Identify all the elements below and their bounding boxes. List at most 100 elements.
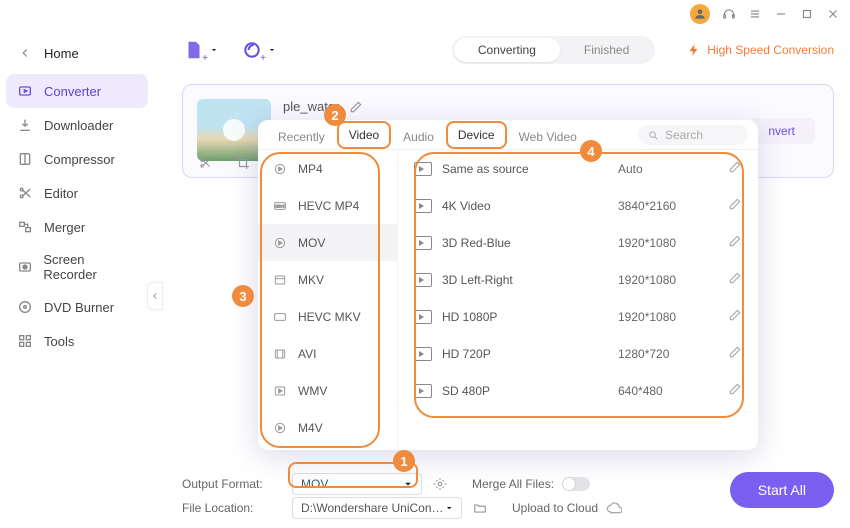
format-icon: HEVC [272,198,288,214]
headset-icon[interactable] [722,7,736,21]
tab-finished[interactable]: Finished [560,38,653,62]
format-item-mov[interactable]: MOV [258,224,397,261]
output-format-dropdown[interactable]: MOV [292,473,422,495]
upload-cloud-label: Upload to Cloud [512,501,598,515]
close-icon[interactable] [826,7,840,21]
format-item-hevc-mp4[interactable]: HEVCHEVC MP4 [258,187,397,224]
preset-thumb-icon [414,310,432,324]
sidebar-item-merger[interactable]: Merger [6,210,148,244]
edit-preset-icon[interactable] [728,234,742,251]
topbar: + + Converting Finished High Speed Conve… [182,36,834,64]
cloud-icon[interactable] [606,500,622,516]
open-folder-icon[interactable] [472,500,488,516]
edit-title-icon[interactable] [349,100,363,114]
sidebar-item-dvd-burner[interactable]: DVD Burner [6,290,148,324]
format-popup: Recently Video Audio Device Web Video Se… [258,120,758,450]
preset-resolution: 1920*1080 [618,273,728,287]
convert-button[interactable]: nvert [748,118,815,144]
preset-resolution: 3840*2160 [618,199,728,213]
output-format-value: MOV [301,477,328,491]
file-location-dropdown[interactable]: D:\Wondershare UniConverter 1 [292,497,462,519]
preset-thumb-icon [414,273,432,287]
format-icon [272,420,288,436]
preset-row[interactable]: HD 720P1280*720 [398,335,758,372]
preset-row[interactable]: HD 1080P1920*1080 [398,298,758,335]
edit-preset-icon[interactable] [728,308,742,325]
add-file-icon[interactable]: + [182,38,206,62]
svg-text:HEVC: HEVC [274,203,285,208]
tab-video[interactable]: Video [337,121,391,149]
home-label: Home [44,46,79,61]
chevron-down-icon [445,503,453,513]
format-icon [272,235,288,251]
sidebar-item-converter[interactable]: Converter [6,74,148,108]
menu-icon[interactable] [748,7,762,21]
preset-row[interactable]: 3D Left-Right1920*1080 [398,261,758,298]
annotation-badge-1: 1 [393,450,415,472]
edit-preset-icon[interactable] [728,160,742,177]
trim-icon[interactable] [197,155,213,171]
bottom-bar: Output Format: MOV Merge All Files: File… [182,472,834,520]
preset-thumb-icon [414,162,432,176]
format-icon [272,161,288,177]
scissors-icon [16,184,34,202]
sidebar-item-label: Converter [44,84,101,99]
crop-icon[interactable] [235,155,251,171]
sidebar-item-screen-recorder[interactable]: Screen Recorder [6,244,148,290]
start-all-button[interactable]: Start All [730,472,834,508]
preset-resolution: 1280*720 [618,347,728,361]
chevron-down-icon [403,479,413,489]
tab-recently[interactable]: Recently [268,125,335,149]
download-icon [16,116,34,134]
format-item-avi[interactable]: AVI [258,335,397,372]
disc-icon [16,298,34,316]
preset-name: 4K Video [442,199,491,213]
sidebar-item-compressor[interactable]: Compressor [6,142,148,176]
format-item-mp4[interactable]: MP4 [258,150,397,187]
tab-device[interactable]: Device [446,121,507,149]
format-item-m4v[interactable]: M4V [258,409,397,446]
sidebar-item-downloader[interactable]: Downloader [6,108,148,142]
status-segment: Converting Finished [452,36,655,64]
output-format-label: Output Format: [182,477,282,491]
high-speed-conversion[interactable]: High Speed Conversion [687,43,834,57]
edit-preset-icon[interactable] [728,345,742,362]
merge-all-toggle[interactable] [562,477,590,491]
format-item-hevc-mkv[interactable]: HEVC MKV [258,298,397,335]
sidebar-item-label: DVD Burner [44,300,114,315]
file-location-label: File Location: [182,501,282,515]
format-icon [272,346,288,362]
annotation-badge-2: 2 [324,104,346,126]
preset-row[interactable]: Same as sourceAuto [398,150,758,187]
output-settings-icon[interactable] [432,476,448,492]
tab-converting[interactable]: Converting [454,38,560,62]
preset-name: SD 480P [442,384,490,398]
sidebar-item-label: Editor [44,186,78,201]
preset-row[interactable]: 3D Red-Blue1920*1080 [398,224,758,261]
preset-name: Same as source [442,162,529,176]
format-item-wmv[interactable]: WMV [258,372,397,409]
format-item-mkv[interactable]: MKV [258,261,397,298]
add-url-icon[interactable]: + [240,38,264,62]
user-avatar-icon[interactable] [690,4,710,24]
preset-name: HD 1080P [442,310,497,324]
maximize-icon[interactable] [800,7,814,21]
tab-web-video[interactable]: Web Video [509,125,587,149]
merge-label: Merge All Files: [472,477,554,491]
edit-preset-icon[interactable] [728,197,742,214]
sidebar-item-tools[interactable]: Tools [6,324,148,358]
preset-row[interactable]: 4K Video 3840*2160 [398,187,758,224]
sidebar-item-editor[interactable]: Editor [6,176,148,210]
preset-resolution: 640*480 [618,384,728,398]
search-placeholder: Search [665,128,703,142]
minimize-icon[interactable] [774,7,788,21]
tab-audio[interactable]: Audio [393,125,444,149]
annotation-badge-3: 3 [232,285,254,307]
sidebar-item-label: Downloader [44,118,113,133]
back-home[interactable]: Home [6,36,148,70]
edit-preset-icon[interactable] [728,271,742,288]
format-search[interactable]: Search [638,125,748,145]
grid-icon [16,332,34,350]
edit-preset-icon[interactable] [728,382,742,399]
preset-row[interactable]: SD 480P 640*480 [398,372,758,409]
